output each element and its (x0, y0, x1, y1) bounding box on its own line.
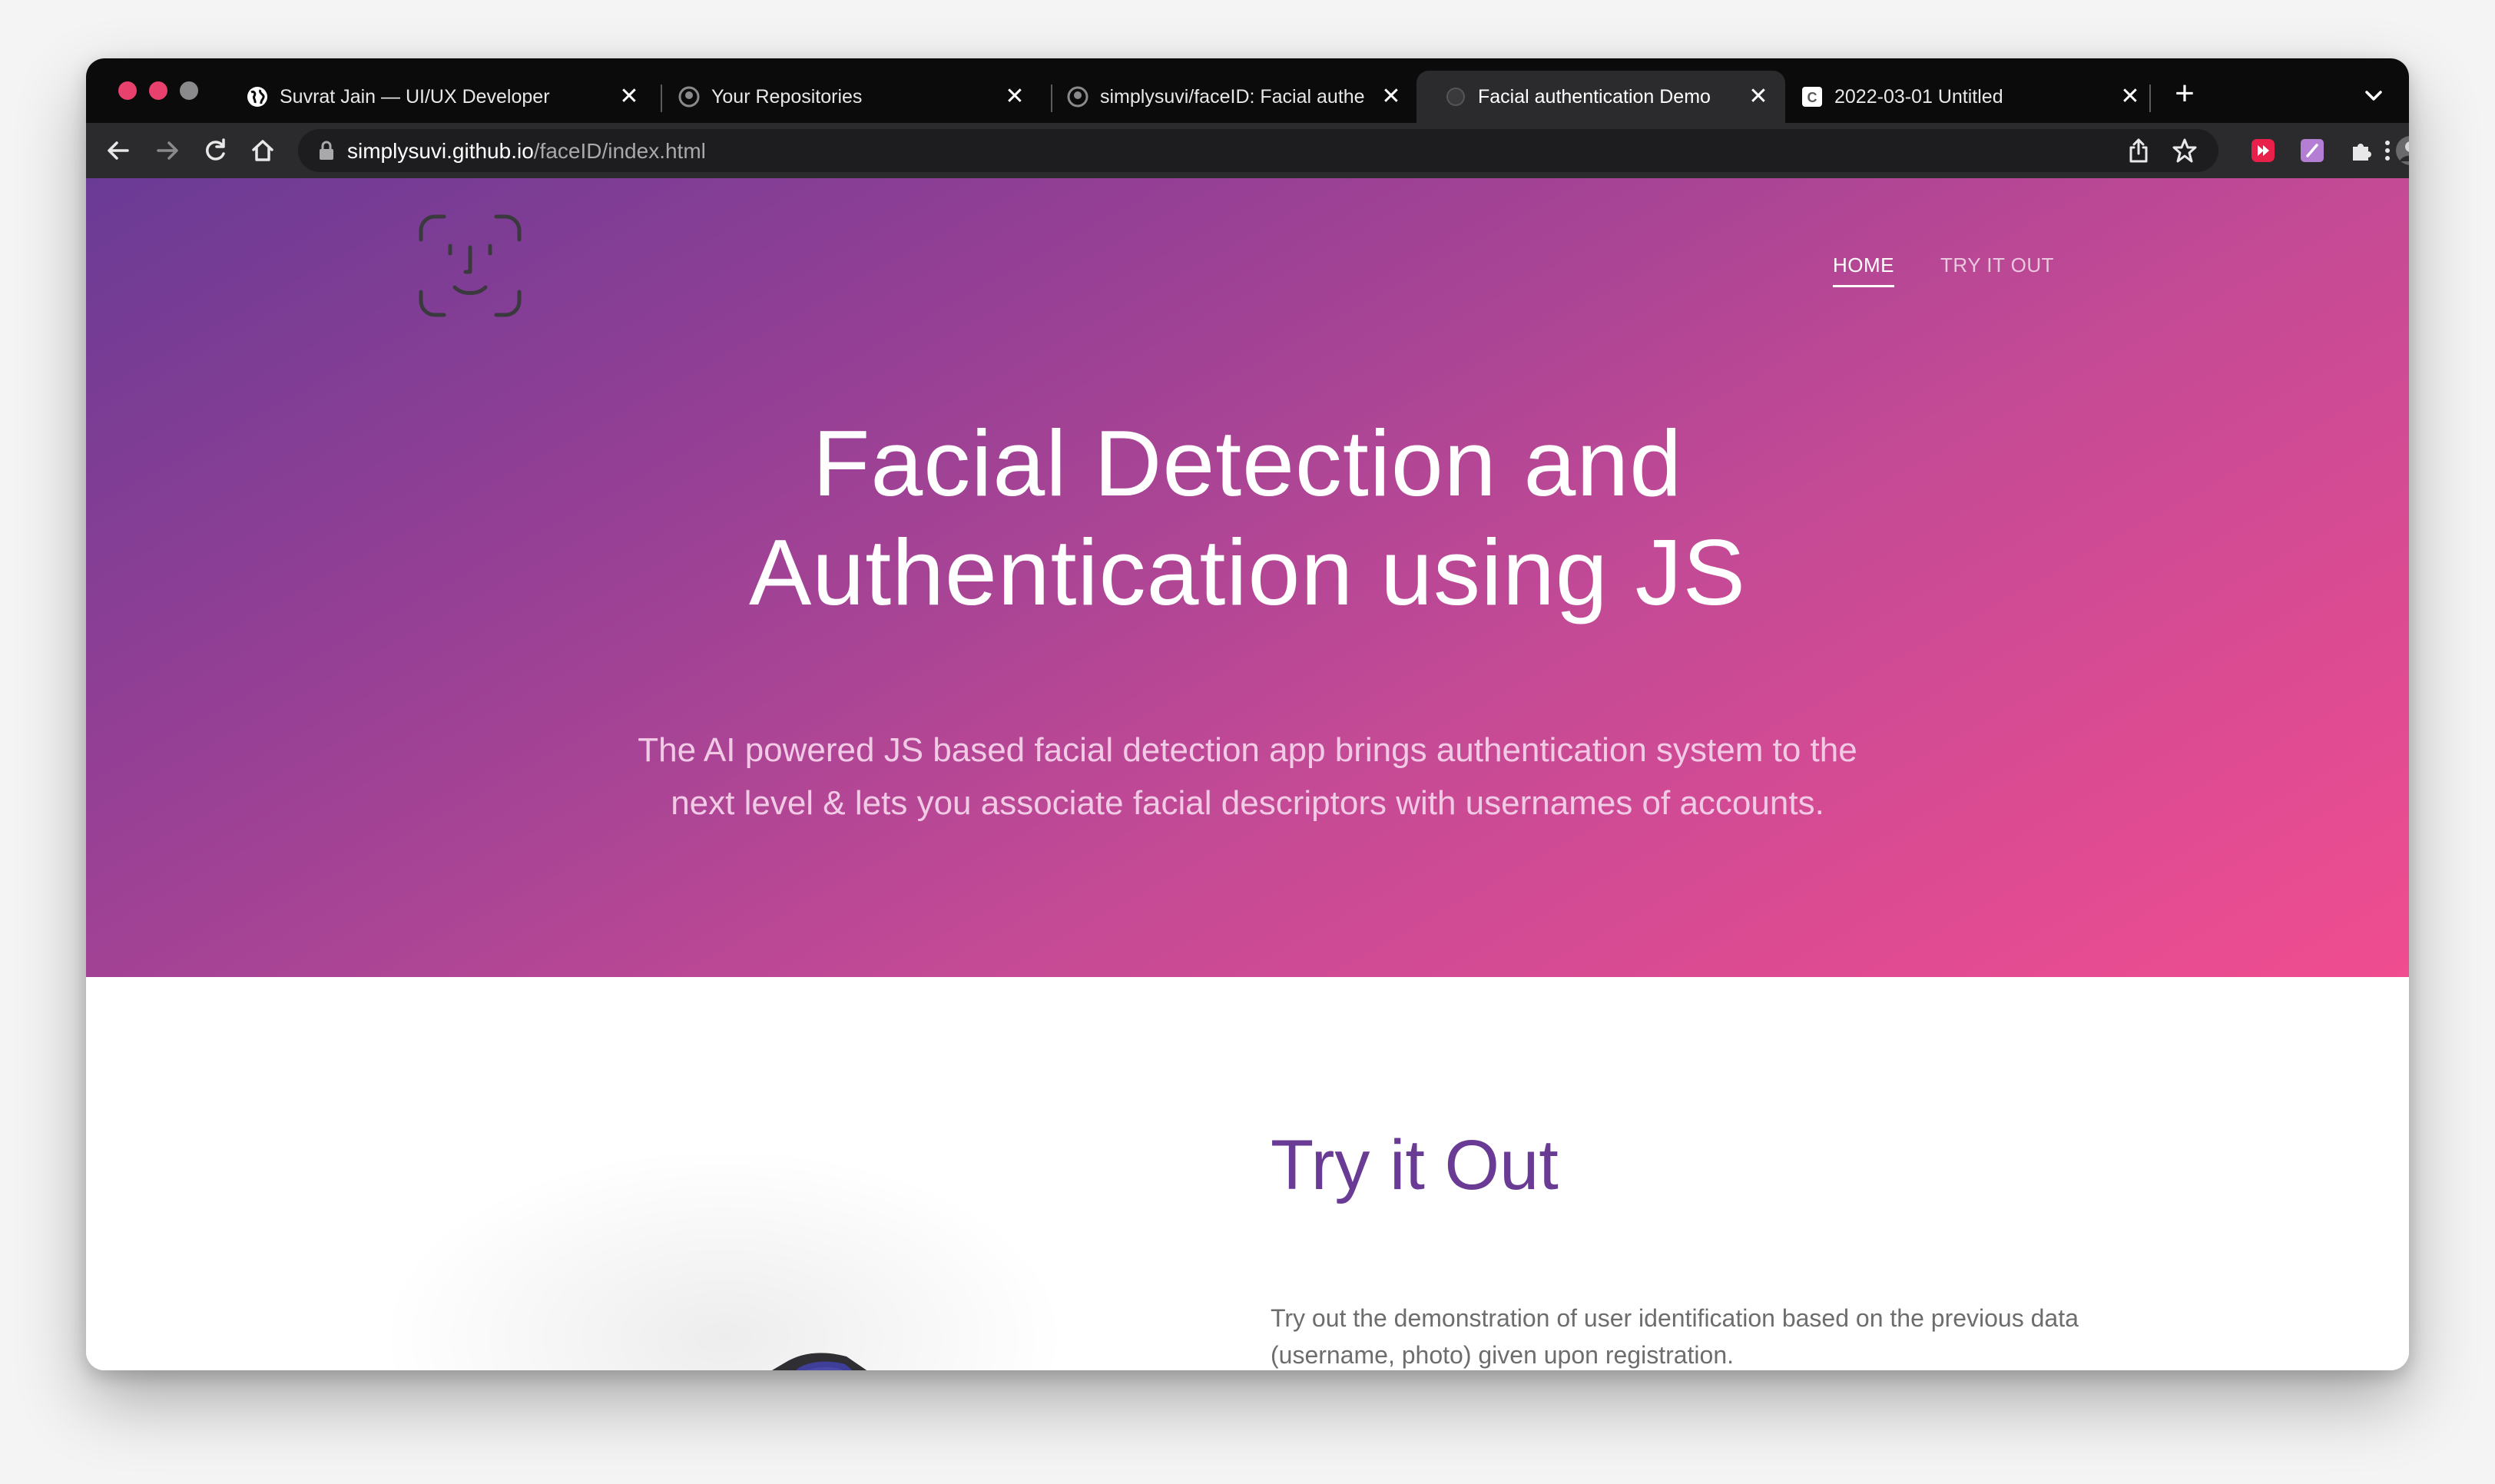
share-icon[interactable] (2126, 137, 2151, 168)
close-tab-icon[interactable]: ✕ (2117, 84, 2143, 110)
try-it-out-heading: Try it Out (1271, 1126, 1559, 1204)
url-host: simplysuvi.github.io (347, 139, 534, 163)
window-controls (118, 81, 198, 100)
bookmark-star-icon[interactable] (2171, 137, 2198, 168)
hero-title-line-1: Facial Detection and (812, 411, 1683, 515)
url-text[interactable]: simplysuvi.github.io/faceID/index.html (347, 139, 706, 164)
close-tab-icon[interactable]: ✕ (1002, 84, 1028, 110)
hero-section: HOME TRY IT OUT Facial Detection and Aut… (86, 178, 2409, 977)
tab-suvrat-jain[interactable]: Suvrat Jain — UI/UX Developer ✕ (218, 71, 656, 123)
face-id-logo-icon[interactable] (418, 214, 522, 318)
browser-toolbar: simplysuvi.github.io/faceID/index.html (86, 123, 2409, 178)
forward-arrow-icon[interactable] (149, 132, 186, 169)
tab-strip: Suvrat Jain — UI/UX Developer ✕ Your Rep… (86, 58, 2409, 123)
hero-title-line-2: Authentication using JS (748, 520, 1747, 624)
nav-try-it-out-link[interactable]: TRY IT OUT (1940, 253, 2054, 277)
tab-label: 2022-03-01 Untitled (1834, 85, 2003, 108)
address-bar[interactable]: simplysuvi.github.io/faceID/index.html (298, 129, 2218, 172)
close-tab-icon[interactable]: ✕ (1745, 84, 1771, 110)
tab-search-chevron-icon[interactable] (2360, 81, 2387, 109)
more-menu-icon[interactable] (2369, 132, 2406, 169)
c-icon: C (1801, 85, 1824, 108)
nav-home-link[interactable]: HOME (1833, 253, 1894, 287)
tab-label: Your Repositories (711, 85, 863, 108)
try-it-out-description: Try out the demonstration of user identi… (1271, 1304, 2079, 1369)
github-icon (1066, 85, 1089, 108)
web-page: HOME TRY IT OUT Facial Detection and Aut… (86, 178, 2409, 1370)
tab-label: Suvrat Jain — UI/UX Developer (280, 85, 550, 108)
home-icon[interactable] (244, 132, 281, 169)
zoom-window-button[interactable] (180, 81, 198, 100)
page-icon (1444, 85, 1467, 108)
play-extension-icon[interactable] (2245, 132, 2281, 169)
tab-label: simplysuvi/faceID: Facial authe (1100, 85, 1365, 108)
tab-untitled[interactable]: C 2022-03-01 Untitled ✕ (1773, 71, 2157, 123)
minimize-window-button[interactable] (149, 81, 167, 100)
note-extension-icon[interactable] (2294, 132, 2331, 169)
close-tab-icon[interactable]: ✕ (616, 84, 642, 110)
reload-icon[interactable] (197, 132, 234, 169)
hero-title: Facial Detection and Authentication usin… (86, 409, 2409, 627)
tab-your-repositories[interactable]: Your Repositories ✕ (650, 71, 1042, 123)
github-icon (678, 85, 701, 108)
phone-mockup-image (670, 1338, 992, 1370)
tab-separator (2149, 84, 2151, 112)
url-path: /faceID/index.html (533, 139, 706, 163)
new-tab-button[interactable]: + (2168, 77, 2202, 112)
lock-icon[interactable] (316, 140, 336, 165)
close-window-button[interactable] (118, 81, 137, 100)
tab-facial-authentication-demo[interactable]: Facial authentication Demo ✕ (1416, 71, 1785, 123)
close-tab-icon[interactable]: ✕ (1378, 84, 1404, 110)
svg-text:C: C (1807, 90, 1817, 105)
tab-faceid-repo[interactable]: simplysuvi/faceID: Facial authe ✕ (1039, 71, 1418, 123)
phone-shadow (378, 1146, 1069, 1370)
back-arrow-icon[interactable] (100, 132, 137, 169)
globe-icon (246, 85, 269, 108)
tab-label: Facial authentication Demo (1478, 85, 1711, 108)
browser-window: Suvrat Jain — UI/UX Developer ✕ Your Rep… (86, 58, 2409, 1370)
hero-subtitle: The AI powered JS based facial detection… (638, 731, 1857, 822)
